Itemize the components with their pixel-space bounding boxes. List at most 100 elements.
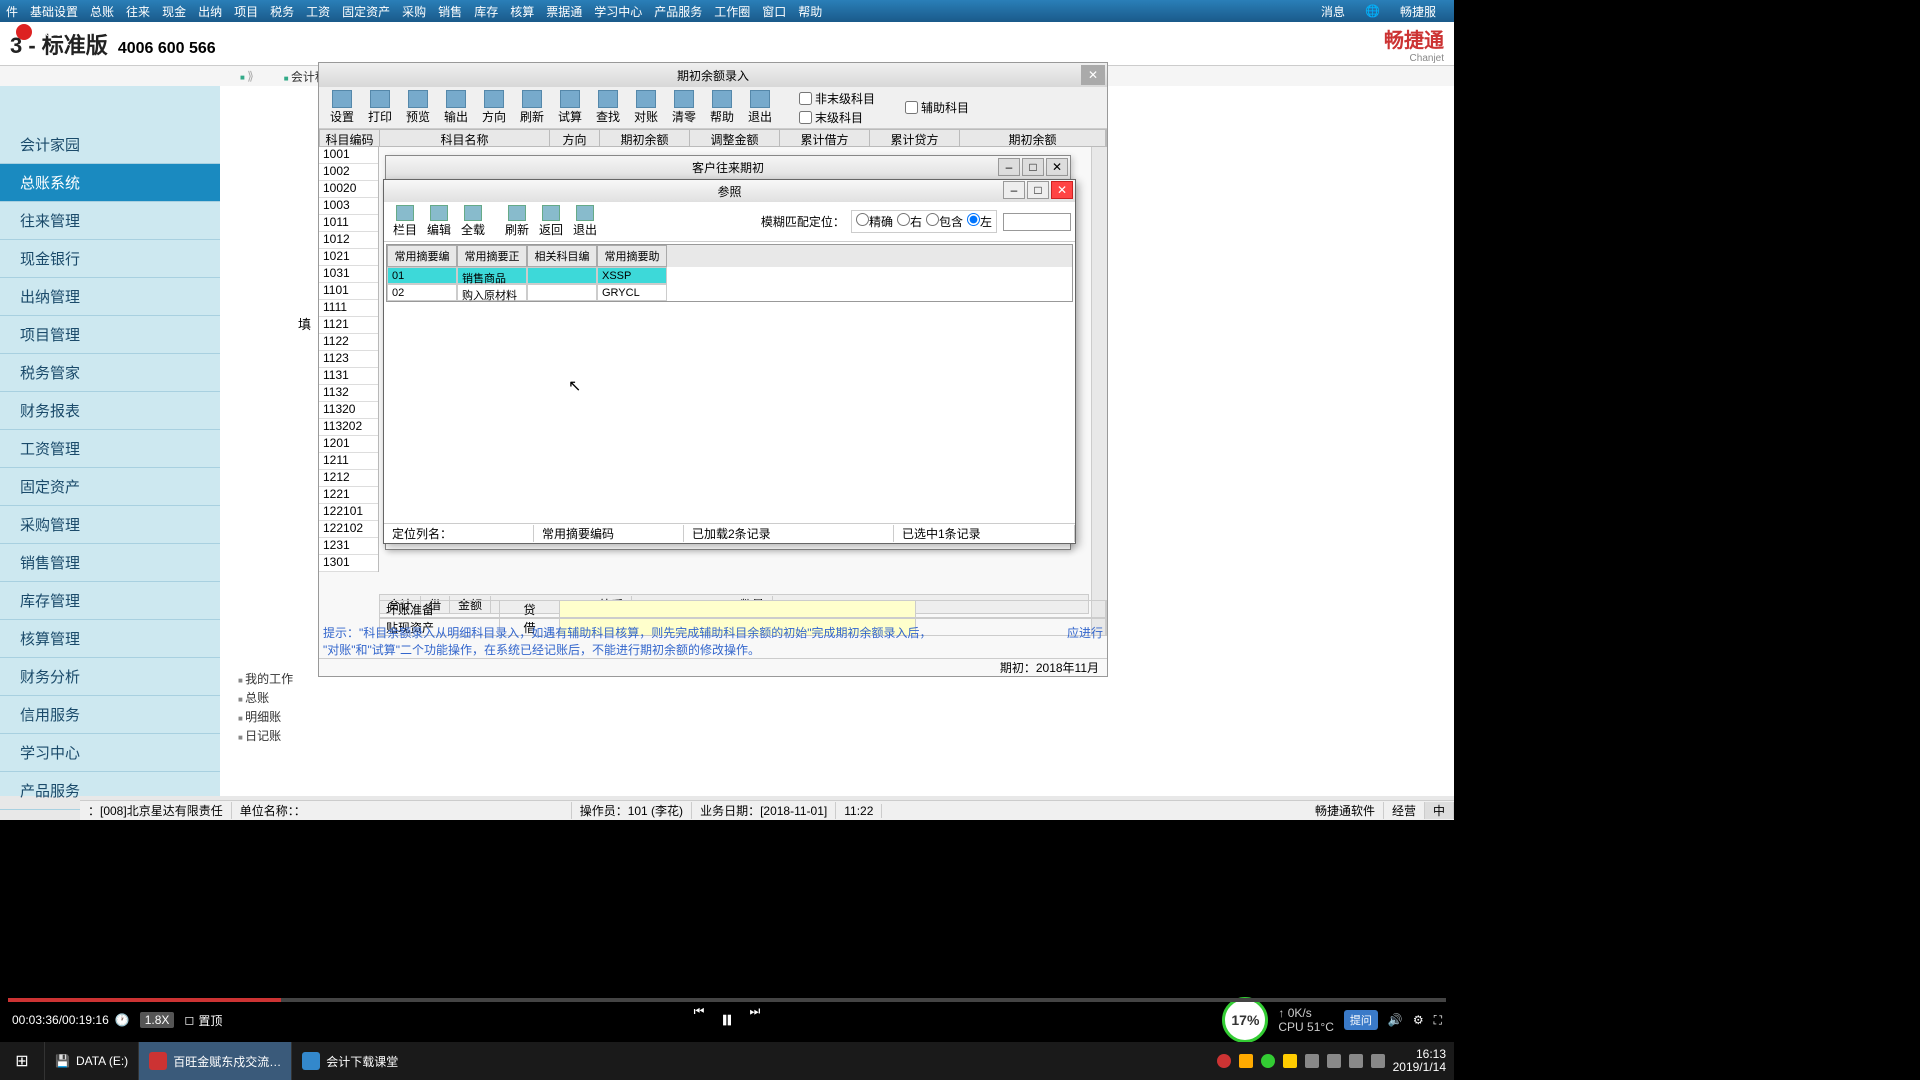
column-header[interactable]: 常用摘要助	[597, 245, 667, 267]
refresh-button[interactable]: 刷新	[500, 205, 534, 238]
menu-item[interactable]: 固定资产	[342, 3, 390, 20]
code-cell[interactable]: 11320	[319, 402, 378, 419]
menu-item[interactable]: 现金	[162, 3, 186, 20]
pin-toggle[interactable]: ◻置顶	[184, 1012, 222, 1029]
sidebar-item[interactable]: 会计家园	[0, 126, 220, 164]
window-titlebar[interactable]: 期初余额录入 ✕	[319, 63, 1107, 87]
edit-button[interactable]: 编辑	[422, 205, 456, 238]
doc-tab[interactable]: 总账	[238, 689, 293, 706]
minimize-button[interactable]: –	[998, 158, 1020, 176]
maximize-button[interactable]: □	[1022, 158, 1044, 176]
check-leaf[interactable]: 末级科目	[799, 109, 875, 126]
code-cell[interactable]: 1122	[319, 334, 378, 351]
network-icon[interactable]	[1349, 1054, 1363, 1068]
code-cell[interactable]: 10020	[319, 181, 378, 198]
column-header[interactable]: 调整金额	[690, 130, 780, 146]
sidebar-item[interactable]: 税务管家	[0, 354, 220, 392]
code-cell[interactable]: 113202	[319, 419, 378, 436]
doc-tab[interactable]: 我的工作	[238, 670, 293, 687]
doc-tab[interactable]: 日记账	[238, 727, 293, 744]
column-header[interactable]: 常用摘要编	[387, 245, 457, 267]
taskbar-item[interactable]: 💾DATA (E:)	[44, 1042, 138, 1080]
menu-item[interactable]: 采购	[402, 3, 426, 20]
back-button[interactable]: 返回	[534, 205, 568, 238]
tray-icon[interactable]	[1261, 1054, 1275, 1068]
check-nonleaf[interactable]: 非末级科目	[799, 90, 875, 107]
code-cell[interactable]: 1003	[319, 198, 378, 215]
vertical-scrollbar[interactable]	[1091, 147, 1107, 636]
sidebar-item[interactable]: 财务报表	[0, 392, 220, 430]
code-cell[interactable]: 1221	[319, 487, 378, 504]
minimize-button[interactable]: –	[1003, 181, 1025, 199]
column-header[interactable]: 相关科目编	[527, 245, 597, 267]
menu-item[interactable]: 窗口	[762, 3, 786, 20]
trial-button[interactable]: 试算	[551, 90, 589, 125]
menu-item[interactable]: 产品服务	[654, 3, 702, 20]
maximize-button[interactable]: □	[1027, 181, 1049, 199]
tray-icon[interactable]	[1217, 1054, 1231, 1068]
menu-item[interactable]: 工资	[306, 3, 330, 20]
code-cell[interactable]: 1021	[319, 249, 378, 266]
code-cell[interactable]: 1001	[319, 147, 378, 164]
taskbar-clock[interactable]: 16:13 2019/1/14	[1393, 1048, 1446, 1074]
sidebar-item[interactable]: 库存管理	[0, 582, 220, 620]
sidebar-item[interactable]: 财务分析	[0, 658, 220, 696]
print-button[interactable]: 打印	[361, 90, 399, 125]
search-input[interactable]	[1003, 213, 1071, 231]
menu-item[interactable]: 项目	[234, 3, 258, 20]
volume-icon[interactable]: 🔊	[1388, 1013, 1403, 1027]
taskbar-item[interactable]: 百旺金赋东戍交流…	[138, 1042, 291, 1080]
code-cell[interactable]: 1301	[319, 555, 378, 572]
code-cell[interactable]: 1123	[319, 351, 378, 368]
column-header[interactable]: 累计贷方	[870, 130, 960, 146]
sidebar-item[interactable]: 总账系统	[0, 164, 220, 202]
code-cell[interactable]: 122101	[319, 504, 378, 521]
menu-item[interactable]: 库存	[474, 3, 498, 20]
menu-item[interactable]: 税务	[270, 3, 294, 20]
tray-icon[interactable]	[1239, 1054, 1253, 1068]
close-button[interactable]: ✕	[1051, 181, 1073, 199]
tray-icon[interactable]	[1305, 1054, 1319, 1068]
column-header[interactable]: 科目名称	[380, 130, 550, 146]
window-titlebar[interactable]: 参照 – □ ✕	[384, 180, 1075, 202]
menu-item[interactable]: 核算	[510, 3, 534, 20]
find-button[interactable]: 查找	[589, 90, 627, 125]
refresh-button[interactable]: 刷新	[513, 90, 551, 125]
cell-editable[interactable]	[560, 601, 916, 617]
menu-item[interactable]: 出纳	[198, 3, 222, 20]
code-cell[interactable]: 1101	[319, 283, 378, 300]
menu-item[interactable]: 学习中心	[594, 3, 642, 20]
column-header[interactable]: 期初余额	[960, 130, 1106, 146]
speed-badge[interactable]: 1.8X	[140, 1012, 175, 1028]
code-cell[interactable]: 1121	[319, 317, 378, 334]
columns-button[interactable]: 栏目	[388, 205, 422, 238]
code-cell[interactable]: 1012	[319, 232, 378, 249]
next-button[interactable]: ⏭	[750, 1004, 761, 1036]
code-cell[interactable]: 1212	[319, 470, 378, 487]
settings-icon[interactable]: ⚙	[1413, 1013, 1424, 1027]
export-button[interactable]: 输出	[437, 90, 475, 125]
code-cell[interactable]: 1201	[319, 436, 378, 453]
help-button[interactable]: 帮助	[703, 90, 741, 125]
clear-button[interactable]: 清零	[665, 90, 703, 125]
code-cell[interactable]: 1002	[319, 164, 378, 181]
radio-exact[interactable]: 精确	[856, 213, 893, 230]
sidebar-item[interactable]: 核算管理	[0, 620, 220, 658]
menu-item[interactable]: 销售	[438, 3, 462, 20]
loadall-button[interactable]: 全载	[456, 205, 490, 238]
code-cell[interactable]: 1111	[319, 300, 378, 317]
menu-item[interactable]: 总账	[90, 3, 114, 20]
ime-indicator[interactable]: 中	[1425, 802, 1454, 819]
settings-button[interactable]: 设置	[323, 90, 361, 125]
code-cell[interactable]: 1231	[319, 538, 378, 555]
table-row[interactable]: 02 购入原材料 GRYCL	[387, 284, 1072, 301]
close-button[interactable]: ✕	[1046, 158, 1068, 176]
code-cell[interactable]: 1211	[319, 453, 378, 470]
close-button[interactable]: ✕	[1081, 65, 1105, 85]
menu-item[interactable]: 基础设置	[30, 3, 78, 20]
sidebar-item[interactable]: 学习中心	[0, 734, 220, 772]
sidebar-item[interactable]: 项目管理	[0, 316, 220, 354]
expand-icon[interactable]: ⟫	[240, 69, 254, 83]
menu-item[interactable]: 帮助	[798, 3, 822, 20]
preview-button[interactable]: 预览	[399, 90, 437, 125]
